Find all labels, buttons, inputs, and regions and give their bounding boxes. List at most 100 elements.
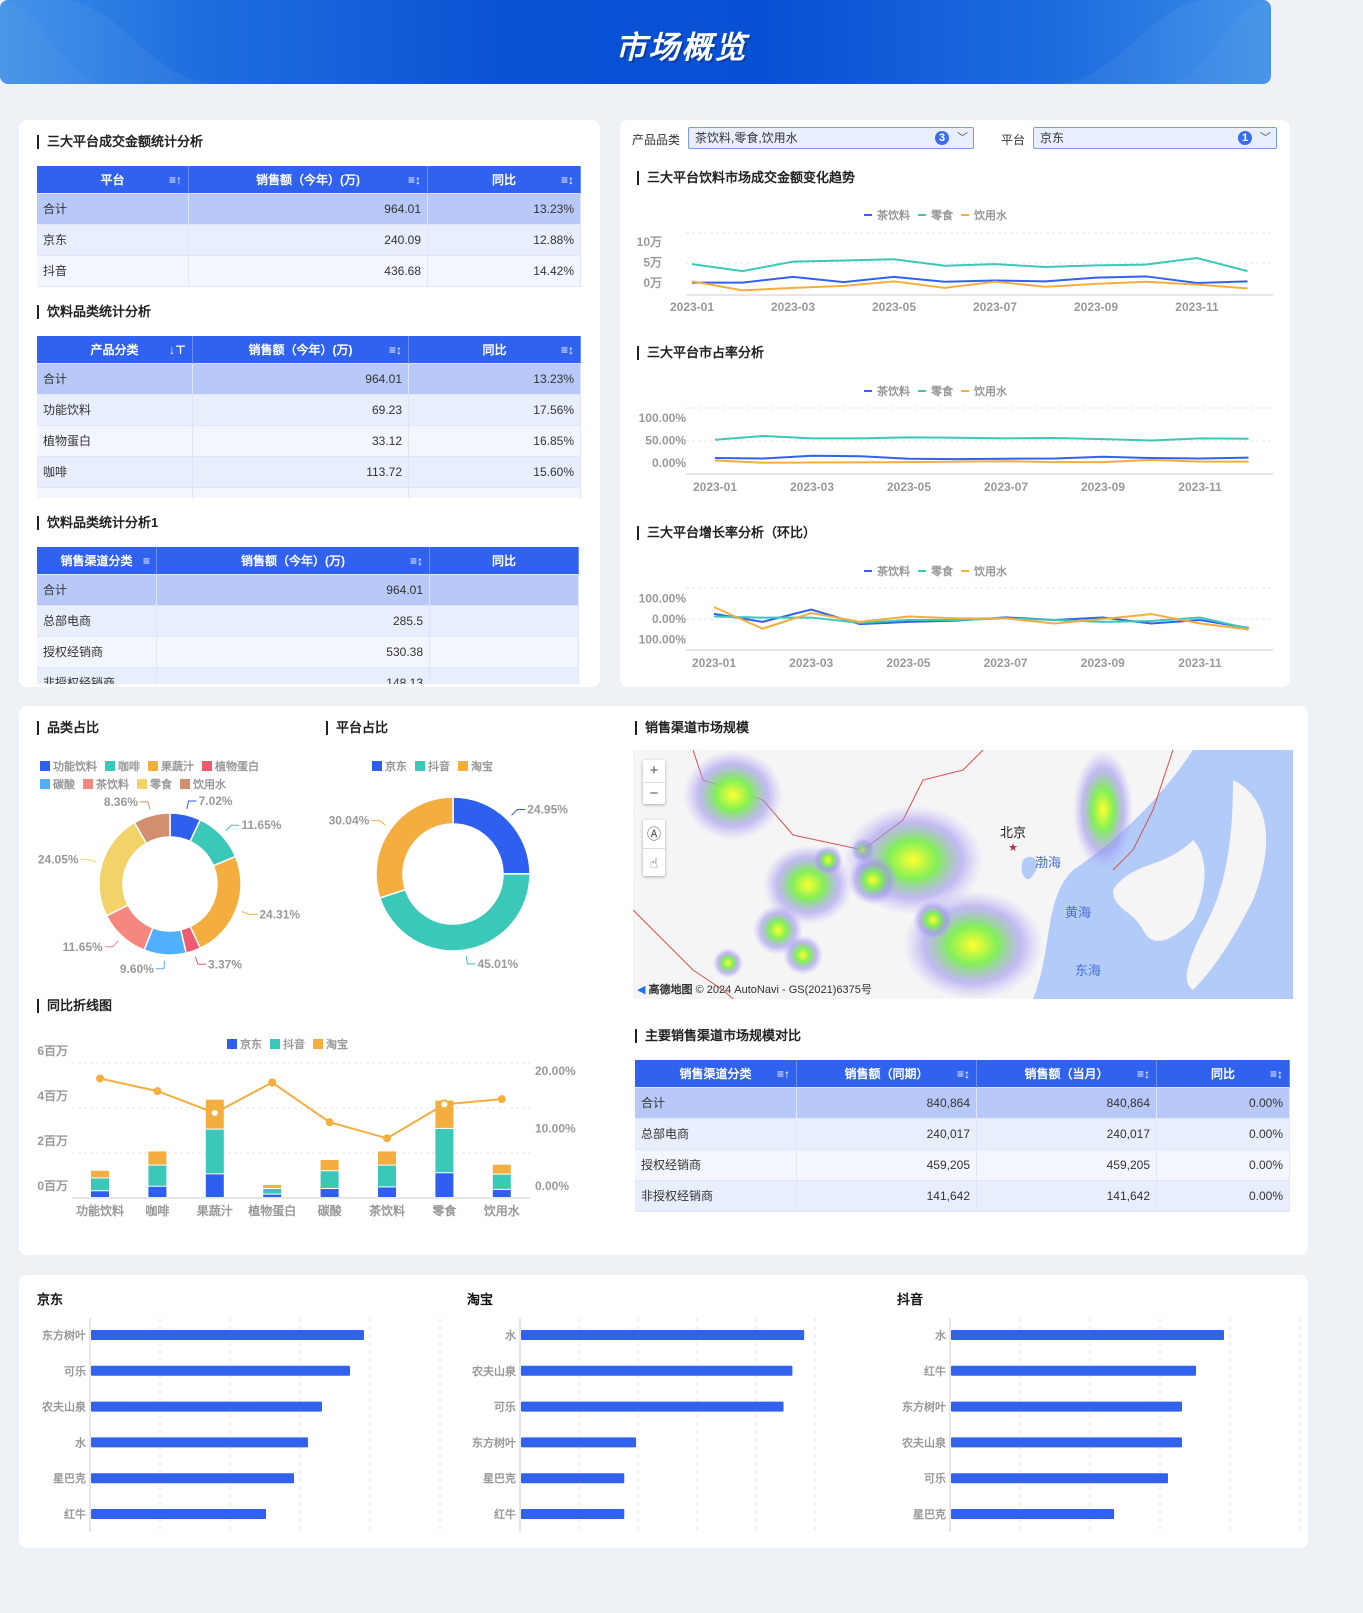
rank-bar — [91, 1330, 364, 1340]
x-tick-label: 2023-09 — [1081, 656, 1125, 670]
column-header[interactable]: 销售额（当月） ≡↕ — [977, 1060, 1157, 1088]
y-tick-label: 2百万 — [37, 1134, 68, 1148]
rank-bar — [951, 1437, 1182, 1448]
series-line-饮用水 — [691, 280, 1248, 292]
x-tick-label: 2023-11 — [1178, 480, 1222, 494]
x-tick-label: 2023-09 — [1081, 480, 1125, 494]
x-tick-label: 2023-03 — [771, 300, 815, 314]
label-leader-line — [225, 824, 240, 832]
series-line-茶饮料 — [714, 454, 1249, 461]
category-label: 水 — [505, 1328, 517, 1342]
y-tick-label: 6百万 — [37, 1044, 68, 1058]
category-label: 星巴克 — [483, 1471, 516, 1485]
column-header[interactable]: 销售额（同期） ≡↕ — [797, 1060, 977, 1088]
y-tick-label: 50.00% — [645, 434, 686, 448]
bar-京东 — [435, 1173, 454, 1197]
channel-compare-table: 销售渠道分类 ≡↑ 销售额（同期） ≡↕ 销售额（当月） ≡↕ 同比 ≡↕ 合计 840,864 8… — [635, 1060, 1290, 1212]
heat-blob — [848, 855, 898, 905]
pie-data-label: 24.31% — [259, 907, 300, 921]
cell-value: 840,864 — [977, 1088, 1157, 1119]
y-tick-label: 10万 — [637, 235, 662, 249]
sort-icon[interactable]: ≡↕ — [957, 1060, 970, 1087]
heat-blob — [783, 935, 823, 975]
bar-京东 — [205, 1174, 224, 1197]
hand-pan-icon[interactable]: ☝ — [643, 849, 665, 877]
x-tick-label: 功能饮料 — [76, 1203, 124, 1218]
column-header[interactable]: 同比 ≡↕ — [1157, 1060, 1290, 1088]
bar-抖音 — [492, 1174, 511, 1189]
yoy-point — [325, 1118, 334, 1127]
bar-淘宝 — [378, 1151, 396, 1165]
heat-blob — [713, 948, 743, 978]
bar-抖音 — [205, 1129, 224, 1174]
y-tick-label: 5万 — [643, 256, 662, 270]
bar-京东 — [263, 1194, 282, 1197]
heat-map[interactable]: 北京 ★ 渤海 黄海 东海 + − Ⓐ ☝ ◀ 高德地图 © 2024 AutoNavi… — [633, 750, 1293, 999]
zoom-out-button[interactable]: − — [643, 783, 665, 805]
pie-data-label: 11.65% — [63, 940, 103, 954]
y-tick-label: 4百万 — [37, 1089, 68, 1103]
row-label: 非授权经销商 — [635, 1181, 797, 1212]
series-line-零食 — [691, 256, 1248, 273]
sort-icon[interactable]: ≡↕ — [1270, 1060, 1283, 1087]
bar-淘宝 — [320, 1159, 339, 1171]
rank-bar — [521, 1509, 625, 1519]
sort-icon[interactable]: ≡↕ — [1137, 1060, 1150, 1087]
yoy-point — [383, 1134, 391, 1143]
x-tick-label: 2023-03 — [790, 480, 834, 494]
category-label: 农夫山泉 — [471, 1364, 517, 1378]
y-tick-label: 100.00% — [639, 411, 687, 425]
rank-bar — [91, 1437, 308, 1448]
category-label: 可乐 — [64, 1364, 86, 1378]
sea-label: 东海 — [1075, 963, 1101, 978]
pie-data-label: 30.04% — [329, 814, 370, 828]
heat-blob — [1073, 750, 1133, 870]
column-header-label: 销售渠道分类 — [679, 1067, 752, 1081]
x-tick-label: 2023-07 — [973, 300, 1017, 314]
x-tick-label: 2023-05 — [886, 656, 930, 670]
bar-抖音 — [91, 1178, 109, 1191]
y-tick-label: 0百万 — [37, 1179, 68, 1193]
heat-blob — [913, 900, 953, 940]
bar-淘宝 — [263, 1184, 282, 1188]
x-tick-label: 2023-09 — [1074, 300, 1118, 314]
map-canvas[interactable]: 北京 ★ 渤海黄海东海 — [633, 750, 1293, 999]
channel-compare-title: 主要销售渠道市场规模对比 — [635, 1029, 801, 1043]
zoom-in-button[interactable]: + — [643, 760, 665, 783]
x-tick-label: 2023-07 — [984, 656, 1028, 670]
cell-value: 840,864 — [797, 1088, 977, 1119]
cell-value: 459,205 — [977, 1150, 1157, 1181]
x-tick-label: 2023-01 — [670, 300, 714, 314]
pie-data-label: 24.05% — [38, 853, 79, 867]
category-label: 红牛 — [64, 1507, 86, 1521]
share-charts: 7.02% 11.65% 24.31% 3.37% 9.60% 11.65% 24.05% 8… — [37, 794, 576, 1218]
yoy-point — [209, 1107, 220, 1118]
row-label: 合计 — [635, 1088, 797, 1119]
y2-tick-label: 0.00% — [535, 1179, 569, 1193]
rank-bar — [521, 1365, 793, 1376]
bar-抖音 — [378, 1165, 396, 1187]
column-header-label: 同比 — [1210, 1067, 1235, 1081]
bar-京东 — [148, 1186, 167, 1197]
category-label: 东方树叶 — [902, 1400, 946, 1414]
label-leader-line — [465, 955, 476, 965]
x-tick-label: 植物蛋白 — [247, 1203, 296, 1218]
pie-data-label: 7.02% — [199, 794, 233, 808]
bar-淘宝 — [492, 1164, 511, 1174]
amap-logo: 高德地图 — [648, 984, 693, 996]
yoy-point — [497, 1095, 506, 1104]
y-tick-label: 0万 — [643, 276, 662, 290]
row-label: 总部电商 — [635, 1119, 797, 1150]
series-line-饮用水 — [713, 606, 1249, 631]
sort-asc-icon[interactable]: ≡↑ — [777, 1060, 790, 1087]
category-label: 水 — [75, 1435, 87, 1449]
y-tick-label: 100.00% — [639, 633, 687, 647]
bar-抖音 — [263, 1189, 282, 1194]
pie-slice-零食 — [98, 821, 148, 917]
bar-京东 — [320, 1189, 339, 1197]
category-label: 水 — [935, 1328, 947, 1342]
column-header[interactable]: 销售渠道分类 ≡↑ — [635, 1060, 797, 1088]
compass-icon[interactable]: Ⓐ — [643, 820, 665, 849]
yoy-point — [153, 1087, 162, 1096]
x-tick-label: 碳酸 — [318, 1203, 343, 1218]
